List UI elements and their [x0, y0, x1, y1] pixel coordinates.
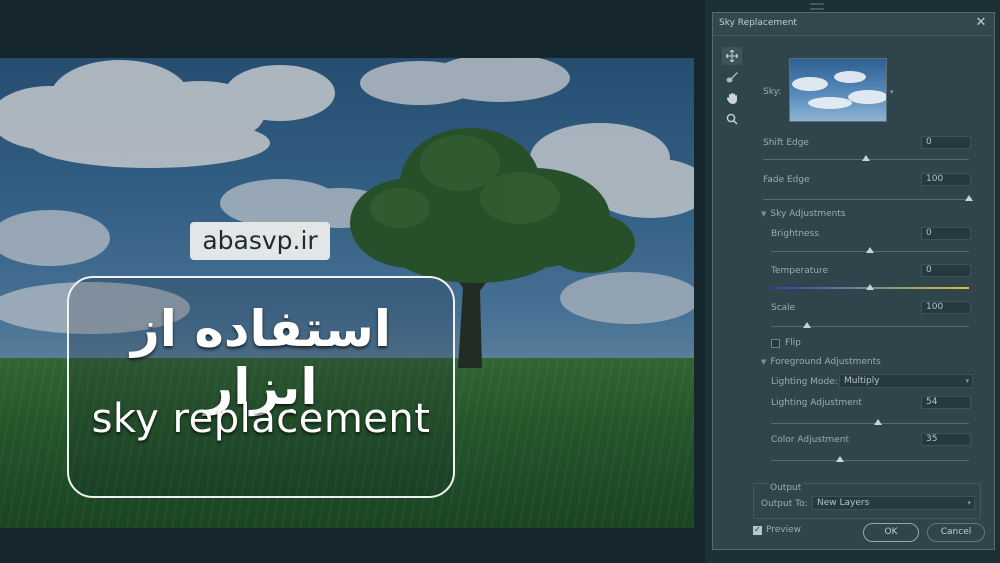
move-tool-icon[interactable] — [722, 47, 742, 65]
title-box: استفاده از ابزار sky replacement — [67, 276, 455, 498]
brightness-label: Brightness — [771, 229, 819, 239]
flip-label: Flip — [785, 338, 801, 348]
dialog-titlebar[interactable]: Sky Replacement ✕ — [713, 13, 994, 36]
fade-edge-slider-thumb[interactable] — [965, 195, 973, 201]
output-header: Output — [768, 483, 804, 493]
output-to-value: New Layers — [817, 498, 870, 508]
watermark-badge: abasvp.ir — [190, 222, 330, 260]
ok-button[interactable]: OK — [863, 523, 919, 542]
temperature-slider-thumb[interactable] — [866, 284, 874, 290]
color-adjustment-slider-track[interactable] — [771, 460, 969, 461]
shift-edge-slider-thumb[interactable] — [862, 155, 870, 161]
title-english: sky replacement — [91, 396, 431, 442]
sky-replacement-dialog: Sky Replacement ✕ Sky: ▾ Shift Edge 0 Fa… — [712, 12, 995, 550]
foreground-adjustments-label: Foreground Adjustments — [770, 357, 881, 367]
sliders-icon — [810, 3, 824, 10]
color-adjustment-label: Color Adjustment — [771, 435, 850, 445]
lighting-adjustment-slider-thumb[interactable] — [873, 419, 882, 425]
chevron-down-icon[interactable]: ▾ — [890, 88, 894, 96]
output-to-select[interactable]: New Layers ▾ — [812, 496, 975, 510]
fade-edge-slider-track[interactable] — [763, 199, 969, 200]
lighting-mode-value: Multiply — [844, 376, 880, 386]
temperature-label: Temperature — [771, 266, 829, 276]
lighting-mode-select[interactable]: Multiply ▾ — [839, 374, 973, 388]
sky-preset-thumbnail[interactable] — [789, 58, 887, 122]
chevron-down-icon: ▾ — [965, 377, 969, 385]
hand-icon[interactable] — [722, 89, 742, 107]
sky-adjustments-header[interactable]: ▼ Sky Adjustments — [761, 209, 846, 219]
preview-checkbox[interactable] — [753, 525, 762, 535]
fade-edge-label: Fade Edge — [763, 175, 810, 185]
brightness-input[interactable]: 0 — [921, 227, 971, 240]
shift-edge-input[interactable]: 0 — [921, 136, 971, 149]
chevron-down-icon: ▼ — [761, 210, 767, 218]
temperature-input[interactable]: 0 — [921, 264, 971, 277]
preview-label: Preview — [766, 525, 802, 535]
sky-brush-icon[interactable] — [722, 68, 742, 86]
lighting-adjustment-input[interactable]: 54 — [921, 396, 971, 409]
canvas-area: abasvp.ir استفاده از ابزار sky replaceme… — [0, 0, 705, 563]
lighting-adjustment-slider-track[interactable] — [771, 423, 969, 424]
chevron-down-icon: ▾ — [967, 499, 971, 507]
close-icon[interactable]: ✕ — [974, 16, 988, 30]
fade-edge-input[interactable]: 100 — [921, 173, 971, 186]
cancel-button[interactable]: Cancel — [927, 523, 985, 542]
brightness-slider-thumb[interactable] — [866, 247, 874, 253]
scale-slider-track[interactable] — [771, 326, 969, 327]
zoom-icon[interactable] — [722, 110, 742, 128]
scale-input[interactable]: 100 — [921, 301, 971, 314]
color-adjustment-slider-thumb[interactable] — [836, 456, 845, 462]
color-adjustment-input[interactable]: 35 — [921, 433, 971, 446]
sky-adjustments-label: Sky Adjustments — [770, 209, 846, 219]
output-to-label: Output To: — [761, 499, 808, 509]
lighting-mode-label: Lighting Mode: — [771, 377, 838, 387]
shift-edge-label: Shift Edge — [763, 138, 809, 148]
scale-slider-thumb[interactable] — [802, 322, 811, 328]
lighting-adjustment-label: Lighting Adjustment — [771, 398, 862, 408]
chevron-down-icon: ▼ — [761, 358, 767, 366]
flip-checkbox[interactable] — [771, 339, 780, 348]
foreground-adjustments-header[interactable]: ▼ Foreground Adjustments — [761, 357, 881, 367]
dialog-title: Sky Replacement — [719, 18, 797, 28]
scale-label: Scale — [771, 303, 796, 313]
sky-thumbnail-image — [792, 71, 886, 109]
sky-label: Sky: — [763, 87, 782, 97]
